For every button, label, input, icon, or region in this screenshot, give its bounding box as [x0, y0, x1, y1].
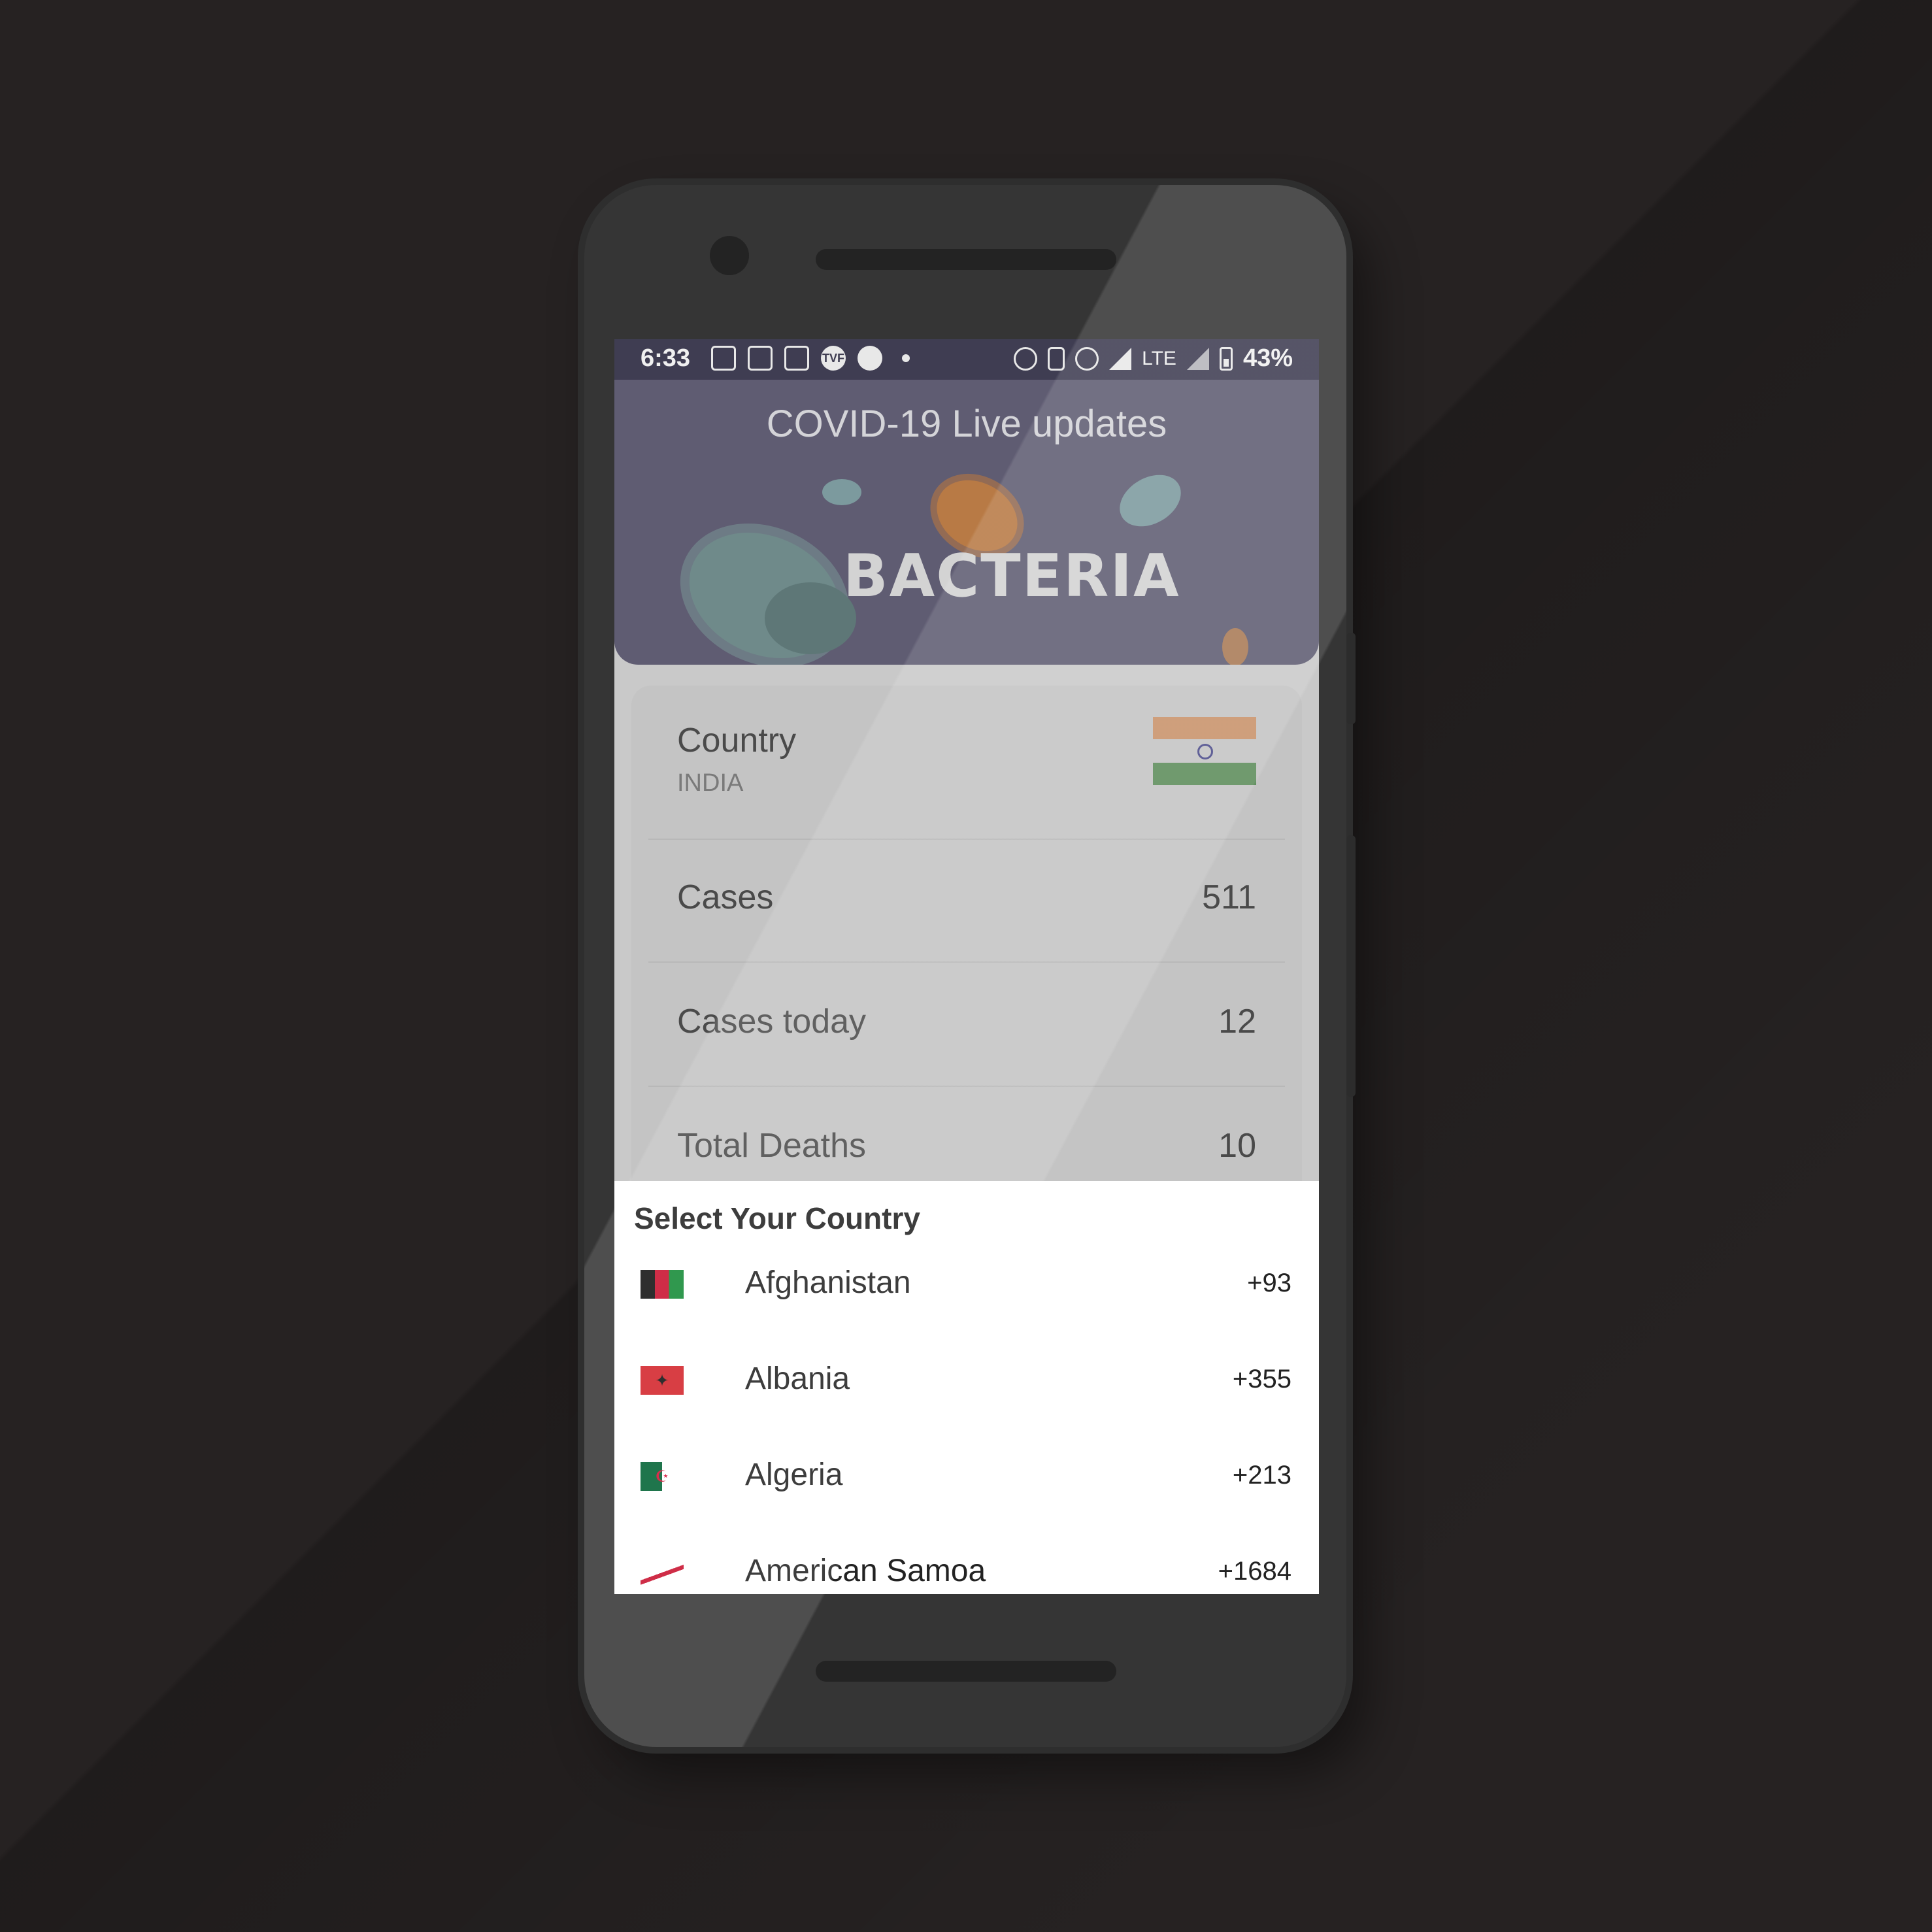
signal-icon [1109, 347, 1132, 370]
virus-illustration [822, 479, 861, 505]
battery-percent: 43% [1242, 344, 1293, 372]
stat-value: 10 [1218, 1127, 1256, 1165]
virus-illustration [765, 582, 856, 654]
country-code: +213 [1232, 1461, 1291, 1490]
stat-row-cases-today: Cases today 12 [648, 963, 1285, 1087]
calendar-icon [784, 346, 809, 371]
phone-screen: 6:33 TVF LTE 43% COVID-19 Live updates B… [614, 339, 1319, 1594]
country-label: Country [677, 722, 797, 759]
country-value: INDIA [677, 769, 744, 797]
stat-value: 12 [1218, 1003, 1256, 1041]
power-button [1346, 633, 1356, 724]
banner-text: BACTERIA [843, 542, 1180, 610]
stat-label: Cases [677, 878, 774, 916]
lte-icon: LTE [1142, 347, 1176, 369]
country-option[interactable]: ✦ Albania +355 [614, 1345, 1319, 1442]
country-code: +1684 [1218, 1557, 1291, 1586]
country-row[interactable]: Country INDIA [648, 686, 1285, 840]
country-name: Albania [745, 1361, 850, 1396]
top-speaker [816, 249, 1116, 270]
afghanistan-flag-icon [641, 1270, 684, 1299]
country-option[interactable]: ☪ Algeria +213 [614, 1441, 1319, 1538]
algeria-flag-icon: ☪ [641, 1462, 684, 1491]
bottom-speaker [816, 1661, 1116, 1682]
notification-icons: TVF [711, 346, 910, 371]
stat-value: 511 [1202, 878, 1256, 916]
country-name: Algeria [745, 1457, 843, 1492]
front-camera [710, 236, 749, 275]
alarm-icon [1014, 346, 1038, 371]
slack-icon [711, 346, 736, 371]
country-option[interactable]: Afghanistan +93 [614, 1249, 1319, 1346]
status-bar: 6:33 TVF LTE 43% [614, 339, 1319, 380]
vibrate-icon [1048, 346, 1065, 371]
stat-label: Total Deaths [677, 1127, 867, 1165]
dot-icon [902, 354, 910, 362]
virus-illustration [1110, 464, 1190, 537]
reddit-icon [858, 346, 882, 371]
app-title: COVID-19 Live updates [766, 403, 1167, 445]
calendar-icon [748, 346, 773, 371]
status-time: 6:33 [641, 344, 691, 372]
system-icons: LTE 43% [1014, 344, 1293, 373]
country-option[interactable]: American Samoa +1684 [614, 1537, 1319, 1594]
albania-flag-icon: ✦ [641, 1366, 684, 1395]
india-flag-icon [1153, 717, 1256, 785]
country-code: +93 [1247, 1269, 1291, 1297]
battery-icon [1219, 346, 1233, 371]
country-picker-sheet: Select Your Country Afghanistan +93 ✦ Al… [614, 1181, 1319, 1594]
country-code: +355 [1232, 1365, 1291, 1393]
country-name: American Samoa [745, 1554, 986, 1588]
stat-row-cases: Cases 511 [648, 839, 1285, 963]
stat-label: Cases today [677, 1003, 867, 1041]
virus-illustration [1222, 628, 1248, 665]
picker-title: Select Your Country [634, 1201, 920, 1235]
country-name: Afghanistan [745, 1265, 911, 1300]
dnd-icon [1075, 346, 1099, 371]
phone-frame: 6:33 TVF LTE 43% COVID-19 Live updates B… [584, 185, 1346, 1747]
signal-icon [1186, 347, 1209, 370]
app-header: COVID-19 Live updates BACTERIA [614, 380, 1319, 665]
volume-button [1346, 835, 1356, 1097]
tvf-icon: TVF [821, 346, 846, 371]
